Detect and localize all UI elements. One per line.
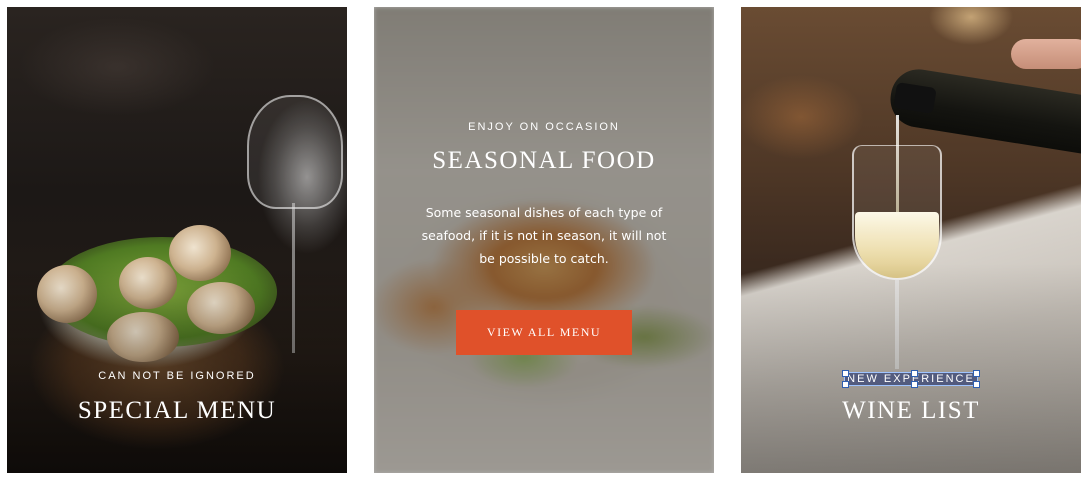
card-title: SPECIAL MENU: [77, 397, 277, 424]
selection-handle-icon[interactable]: [842, 381, 850, 388]
seasonal-food-card[interactable]: ENJOY ON OCCASION SEASONAL FOOD Some sea…: [374, 7, 714, 473]
selection-handle-icon[interactable]: [910, 381, 918, 388]
card-title: WINE LIST: [842, 397, 980, 424]
view-all-menu-button[interactable]: VIEW ALL MENU: [456, 310, 632, 355]
selected-eyebrow[interactable]: NEW EXPERIENCE: [842, 370, 980, 388]
special-menu-card[interactable]: CAN NOT BE IGNORED SPECIAL MENU: [7, 7, 347, 473]
selected-text-wrapper: NEW EXPERIENCE: [741, 369, 1081, 388]
card-title: SEASONAL FOOD: [432, 147, 656, 174]
card-description: Some seasonal dishes of each type of sea…: [421, 205, 667, 266]
selection-handle-icon[interactable]: [910, 370, 918, 377]
wine-list-card[interactable]: NEW EXPERIENCE WINE LIST: [741, 7, 1081, 473]
selection-handle-icon[interactable]: [972, 381, 980, 388]
card-eyebrow: ENJOY ON OCCASION: [468, 121, 620, 133]
selection-handle-icon[interactable]: [842, 370, 850, 377]
card-eyebrow: CAN NOT BE IGNORED: [98, 370, 256, 382]
selection-handle-icon[interactable]: [972, 370, 980, 377]
